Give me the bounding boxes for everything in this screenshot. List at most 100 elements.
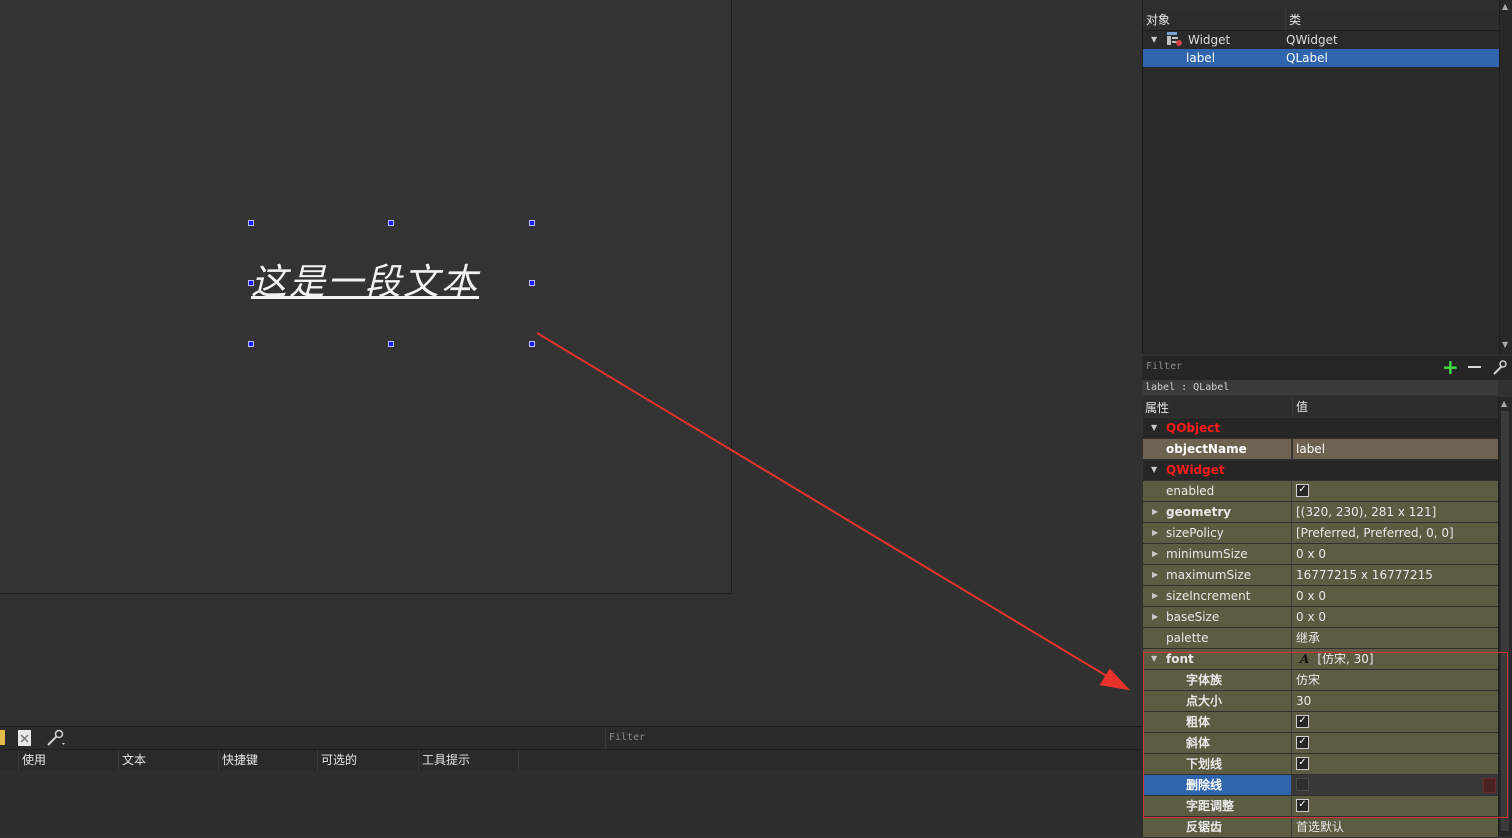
- expand-arrow-icon[interactable]: ▶: [1152, 544, 1158, 564]
- collapse-arrow-icon[interactable]: ▼: [1151, 418, 1157, 438]
- enabled-checkbox[interactable]: ✓: [1296, 484, 1309, 497]
- column-value[interactable]: 值: [1292, 397, 1308, 417]
- property-row-basesize[interactable]: ▶ baseSize 0 x 0: [1143, 607, 1498, 628]
- property-row-enabled[interactable]: enabled ✓: [1143, 481, 1498, 502]
- column-class[interactable]: 类: [1285, 10, 1489, 30]
- property-row-point-size[interactable]: 点大小 30: [1143, 691, 1498, 712]
- column-text[interactable]: 文本: [118, 750, 218, 770]
- property-name: palette: [1143, 628, 1292, 648]
- property-value[interactable]: 30: [1293, 691, 1498, 711]
- property-row-font[interactable]: ▼ font A [仿宋, 30]: [1143, 649, 1498, 670]
- property-editor-header: 属性 值: [1142, 397, 1498, 417]
- property-value[interactable]: 16777215 x 16777215: [1293, 565, 1498, 585]
- expand-arrow-icon[interactable]: ▶: [1152, 502, 1158, 522]
- delete-action-icon[interactable]: [17, 729, 33, 747]
- expand-arrow-icon[interactable]: ▶: [1152, 607, 1158, 627]
- property-value[interactable]: [仿宋, 30]: [1317, 652, 1373, 666]
- column-shortcut[interactable]: 快捷键: [218, 750, 318, 770]
- scroll-up-icon[interactable]: ▲: [1502, 2, 1508, 11]
- reset-property-icon[interactable]: [1483, 778, 1496, 793]
- kerning-checkbox[interactable]: ✓: [1296, 799, 1309, 812]
- object-inspector: 对象 类 ▼ Widget QWidget label QLabel ▲ ▼: [1142, 0, 1512, 354]
- property-name: font: [1166, 652, 1194, 666]
- column-used[interactable]: 使用: [18, 750, 118, 770]
- italic-checkbox[interactable]: ✓: [1296, 736, 1309, 749]
- expand-arrow-icon[interactable]: ▶: [1152, 523, 1158, 543]
- action-filter-input[interactable]: Filter: [609, 732, 645, 743]
- property-value[interactable]: 0 x 0: [1293, 586, 1498, 606]
- tree-item-name: label: [1186, 51, 1216, 65]
- property-value[interactable]: [(320, 230), 281 x 121]: [1293, 502, 1498, 522]
- underline-checkbox[interactable]: ✓: [1296, 757, 1309, 770]
- property-row-strikeout[interactable]: 删除线: [1143, 775, 1498, 796]
- property-name: 下划线: [1143, 754, 1292, 774]
- property-row-antialiasing[interactable]: 反锯齿 首选默认: [1143, 817, 1498, 838]
- category-label: QWidget: [1166, 463, 1225, 477]
- property-name: 反锯齿: [1143, 817, 1292, 837]
- scrollbar-thumb[interactable]: [1501, 411, 1509, 831]
- category-qobject[interactable]: ▼ QObject: [1143, 418, 1498, 439]
- scroll-up-icon[interactable]: ▲: [1501, 399, 1507, 408]
- property-name: 点大小: [1143, 691, 1292, 711]
- expand-arrow-icon[interactable]: ▶: [1152, 586, 1158, 606]
- wrench-icon[interactable]: [45, 729, 67, 747]
- property-value[interactable]: 首选默认: [1293, 817, 1498, 837]
- font-icon: A: [1300, 652, 1310, 666]
- expand-arrow-icon[interactable]: ▶: [1152, 565, 1158, 585]
- property-editor-title-text: label : QLabel: [1145, 382, 1230, 393]
- property-name: baseSize: [1166, 610, 1220, 624]
- property-row-palette[interactable]: palette 继承: [1143, 628, 1498, 649]
- tree-row-label-selected[interactable]: label QLabel: [1143, 49, 1499, 67]
- property-row-maximumsize[interactable]: ▶ maximumSize 16777215 x 16777215: [1143, 565, 1498, 586]
- column-checkable[interactable]: 可选的: [317, 750, 417, 770]
- property-value[interactable]: 继承: [1293, 628, 1498, 648]
- column-object[interactable]: 对象: [1146, 10, 1170, 30]
- property-name: maximumSize: [1166, 568, 1252, 582]
- property-name: 字体族: [1143, 670, 1292, 690]
- widget-icon: [1167, 32, 1182, 46]
- property-row-underline[interactable]: 下划线 ✓: [1143, 754, 1498, 775]
- property-filter-input[interactable]: Filter: [1146, 361, 1182, 372]
- action-table-body[interactable]: [0, 770, 1142, 836]
- action-table-header: 使用 文本 快捷键 可选的 工具提示: [0, 749, 1142, 771]
- property-row-bold[interactable]: 粗体 ✓: [1143, 712, 1498, 733]
- property-row-sizeincrement[interactable]: ▶ sizeIncrement 0 x 0: [1143, 586, 1498, 607]
- property-row-objectname[interactable]: objectName label: [1143, 439, 1498, 460]
- property-editor-scrollbar[interactable]: ▲: [1498, 397, 1512, 836]
- property-value[interactable]: label: [1293, 439, 1498, 459]
- property-value[interactable]: 仿宋: [1293, 670, 1498, 690]
- new-action-icon[interactable]: [0, 730, 5, 745]
- property-filter-bar: Filter +: [1142, 355, 1512, 380]
- property-row-font-family[interactable]: 字体族 仿宋: [1143, 670, 1498, 691]
- tree-item-class: QWidget: [1286, 33, 1338, 47]
- wrench-icon[interactable]: [1491, 360, 1507, 376]
- property-row-kerning[interactable]: 字距调整 ✓: [1143, 796, 1498, 817]
- add-property-icon[interactable]: +: [1442, 355, 1459, 379]
- strikeout-checkbox[interactable]: [1296, 778, 1309, 791]
- property-name: sizePolicy: [1166, 526, 1224, 540]
- property-value[interactable]: 0 x 0: [1293, 607, 1498, 627]
- bold-checkbox[interactable]: ✓: [1296, 715, 1309, 728]
- expand-arrow-icon[interactable]: ▼: [1151, 31, 1157, 49]
- scroll-down-icon[interactable]: ▼: [1502, 340, 1508, 349]
- collapse-arrow-icon[interactable]: ▼: [1151, 460, 1157, 480]
- tree-item-name: Widget: [1188, 33, 1231, 47]
- property-name: 粗体: [1143, 712, 1292, 732]
- column-property[interactable]: 属性: [1145, 399, 1169, 416]
- property-row-geometry[interactable]: ▶ geometry [(320, 230), 281 x 121]: [1143, 502, 1498, 523]
- property-row-italic[interactable]: 斜体 ✓: [1143, 733, 1498, 754]
- category-qwidget[interactable]: ▼ QWidget: [1143, 460, 1498, 481]
- tree-item-class: QLabel: [1286, 51, 1328, 65]
- object-inspector-header: 对象 类: [1143, 10, 1499, 31]
- property-row-sizepolicy[interactable]: ▶ sizePolicy [Preferred, Preferred, 0, 0]: [1143, 523, 1498, 544]
- category-label: QObject: [1166, 421, 1221, 435]
- action-editor-toolbar: Filter: [0, 726, 1142, 749]
- remove-property-icon[interactable]: [1468, 366, 1481, 368]
- column-tooltip[interactable]: 工具提示: [418, 750, 519, 770]
- property-value[interactable]: 0 x 0: [1293, 544, 1498, 564]
- property-value[interactable]: [Preferred, Preferred, 0, 0]: [1293, 523, 1498, 543]
- collapse-arrow-icon[interactable]: ▼: [1151, 649, 1157, 669]
- property-row-minimumsize[interactable]: ▶ minimumSize 0 x 0: [1143, 544, 1498, 565]
- object-inspector-scrollbar[interactable]: ▲ ▼: [1499, 0, 1512, 354]
- tree-row-widget[interactable]: ▼ Widget QWidget: [1143, 31, 1499, 49]
